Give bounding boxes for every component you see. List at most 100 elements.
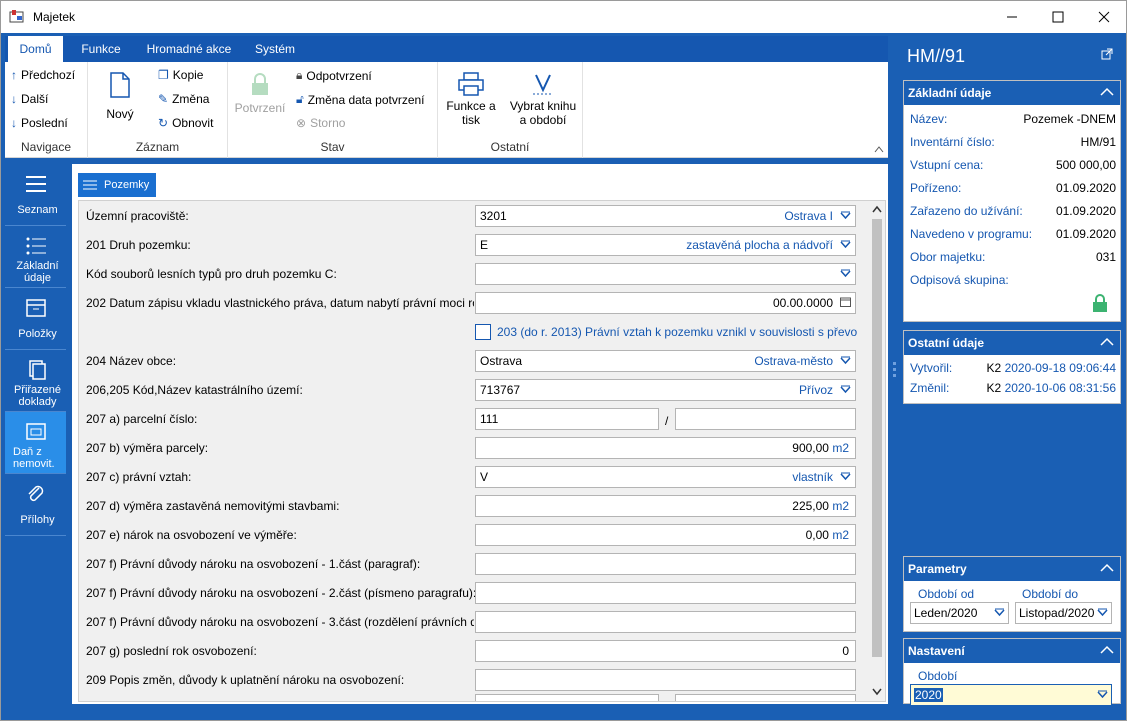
- nav-label-2: údaje: [24, 272, 51, 284]
- pravni-duvody-1-field[interactable]: [475, 553, 856, 575]
- nav-item-polozky[interactable]: Položky: [5, 288, 66, 350]
- scrollbar-thumb[interactable]: [872, 219, 882, 657]
- previous-button[interactable]: ↑ Předchozí: [11, 68, 75, 82]
- group-ostatni: Funkce a tisk Vybrat knihu a období Osta…: [438, 62, 583, 158]
- pravni-vztah-checkbox[interactable]: [475, 324, 491, 340]
- narok-osvobozeni-field[interactable]: 0,00 m2: [475, 524, 856, 546]
- form-row: 203 (do r. 2013) Právní vztah k pozemku …: [79, 318, 869, 347]
- collapse-ribbon-icon[interactable]: [874, 145, 884, 153]
- change-button[interactable]: ✎ Změna: [158, 92, 209, 106]
- new-document-icon: [110, 72, 130, 98]
- new-button[interactable]: Nový: [98, 72, 142, 121]
- maximize-icon: [1052, 11, 1064, 23]
- parcelni-cislo-field[interactable]: 111: [475, 408, 659, 430]
- nav-label: Přílohy: [20, 514, 55, 526]
- tab-system[interactable]: Systém: [245, 36, 305, 62]
- lock-confirmed-icon: [1093, 294, 1107, 312]
- nav-item-prirazene-doklady[interactable]: Přiřazené doklady: [5, 350, 66, 412]
- form-row: 207 g) poslední rok osvobození: 0: [79, 637, 869, 666]
- nav-item-seznam[interactable]: Seznam: [5, 164, 66, 226]
- druh-pozemku-select[interactable]: Ezastavěná plocha a nádvoří: [475, 234, 856, 256]
- form-row: 207 d) výměra zastavěná nemovitými stavb…: [79, 492, 869, 521]
- section-header[interactable]: Nastavení: [904, 639, 1120, 663]
- tab-pozemky[interactable]: Pozemky: [78, 173, 156, 197]
- period-to-select[interactable]: Listopad/2020: [1015, 602, 1112, 624]
- section-header[interactable]: Základní údaje: [904, 81, 1120, 105]
- dropdown-icon: [840, 356, 851, 365]
- scroll-up-icon[interactable]: [872, 205, 882, 213]
- group-label-stav: Stav: [320, 140, 345, 154]
- refresh-button[interactable]: ↻ Obnovit: [158, 116, 213, 130]
- calendar-icon[interactable]: [840, 297, 851, 307]
- info-row: Změnil: K2 2020-10-06 08:31:56: [910, 381, 1116, 395]
- nav-item-dan-z-nemovitosti[interactable]: Daň z nemovit.: [5, 412, 66, 474]
- dropdown-icon: [840, 385, 851, 394]
- tab-domu[interactable]: Domů: [8, 36, 63, 62]
- info-row: Zařazeno do užívání: 01.09.2020: [910, 204, 1116, 218]
- book-period-icon: [533, 74, 553, 95]
- nav-label-2: doklady: [18, 396, 57, 408]
- maximize-button[interactable]: [1035, 1, 1081, 33]
- period-select[interactable]: 2020: [910, 684, 1112, 706]
- pravni-duvody-2-field[interactable]: [475, 582, 856, 604]
- period-from-select[interactable]: Leden/2020: [910, 602, 1009, 624]
- info-row: Vytvořil: K2 2020-09-18 09:06:44: [910, 361, 1116, 375]
- nazev-obce-select[interactable]: Ostrava Ostrava-město: [475, 350, 856, 372]
- close-button[interactable]: [1081, 1, 1127, 33]
- vymera-zastavena-field[interactable]: 225,00 m2: [475, 495, 856, 517]
- form-row: 204 Název obce: Ostrava Ostrava-město: [79, 347, 869, 376]
- section-header[interactable]: Ostatní údaje: [904, 331, 1120, 355]
- confirm-button[interactable]: Potvrzení: [232, 72, 288, 115]
- pravni-duvody-3-field[interactable]: [475, 611, 856, 633]
- parcelni-cislo-suffix-field[interactable]: [675, 408, 856, 430]
- section-header[interactable]: Parametry: [904, 557, 1120, 581]
- group-zaznam: Nový ❐ Kopie ✎ Změna ↻ Obnovit Záznam: [88, 62, 228, 158]
- copy-button[interactable]: ❐ Kopie: [158, 68, 203, 82]
- panel-splitter[interactable]: [890, 36, 899, 704]
- print-functions-button[interactable]: Funkce a tisk: [442, 72, 500, 127]
- minimize-button[interactable]: [989, 1, 1035, 33]
- section-basic-info: Základní údaje Název: Pozemek -DNEM Inven…: [903, 80, 1121, 322]
- printer-icon: [458, 72, 484, 96]
- form-row: Územní pracoviště: 3201 Ostrava I: [79, 202, 869, 231]
- nav-label: Seznam: [17, 204, 58, 216]
- popis-zmen-field[interactable]: [475, 669, 856, 691]
- period-from-label: Období od: [918, 587, 975, 601]
- next-button[interactable]: ↓ Další: [11, 92, 48, 106]
- info-row: Obor majetku: 031: [910, 250, 1116, 264]
- last-button[interactable]: ↓ Poslední: [11, 116, 68, 130]
- lesni-typy-select[interactable]: [475, 263, 856, 285]
- field-label: 207 a) parcelní číslo:: [86, 412, 198, 426]
- group-label-navigace: Navigace: [20, 140, 72, 154]
- datum-zapisu-field[interactable]: 00.00.0000: [475, 292, 856, 314]
- tax-calendar-icon: [26, 423, 46, 440]
- posledni-rok-field[interactable]: 0: [475, 640, 856, 662]
- vymera-parcely-field[interactable]: 900,00 m2: [475, 437, 856, 459]
- dropdown-icon: [840, 240, 851, 249]
- form-area: Územní pracoviště: 3201 Ostrava I 201 Dru…: [78, 200, 886, 702]
- cutoff-field-2[interactable]: [675, 694, 856, 701]
- field-label: Územní pracoviště:: [86, 209, 189, 223]
- change-confirm-date-button[interactable]: 🔓︎ Změna data potvrzení: [296, 92, 425, 107]
- select-book-button[interactable]: Vybrat knihu a období: [506, 72, 580, 127]
- cutoff-field[interactable]: [475, 694, 659, 701]
- uzemni-pracoviste-select[interactable]: 3201 Ostrava I: [475, 205, 856, 227]
- form-scrollbar[interactable]: [869, 201, 885, 701]
- nav-item-prilohy[interactable]: Přílohy: [5, 474, 66, 536]
- katastralni-uzemi-select[interactable]: 713767 Přívoz: [475, 379, 856, 401]
- period-label: Období: [918, 669, 958, 683]
- checkbox-label: 203 (do r. 2013) Právní vztah k pozemku …: [497, 325, 857, 339]
- tab-hromadne-akce[interactable]: Hromadné akce: [139, 36, 239, 62]
- scroll-down-icon[interactable]: [872, 688, 882, 696]
- form-row: 207 a) parcelní číslo: 111 /: [79, 405, 869, 434]
- form-row: 207 f) Právní důvody nároku na osvobozen…: [79, 550, 869, 579]
- field-label: 207 c) právní vztah:: [86, 470, 192, 484]
- storno-button[interactable]: ⊗ Storno: [296, 116, 345, 130]
- tab-funkce[interactable]: Funkce: [71, 36, 131, 62]
- popout-icon[interactable]: [1101, 48, 1113, 60]
- unconfirm-button[interactable]: 🔒︎ Odpotvrzení: [296, 68, 372, 83]
- pravni-vztah-select[interactable]: Vvlastník: [475, 466, 856, 488]
- field-label: 209 Popis změn, důvody k uplatnění nárok…: [86, 673, 405, 687]
- nav-item-zakladni-udaje[interactable]: Základní údaje: [5, 226, 66, 288]
- form-row: 206,205 Kód,Název katastrálního území: 7…: [79, 376, 869, 405]
